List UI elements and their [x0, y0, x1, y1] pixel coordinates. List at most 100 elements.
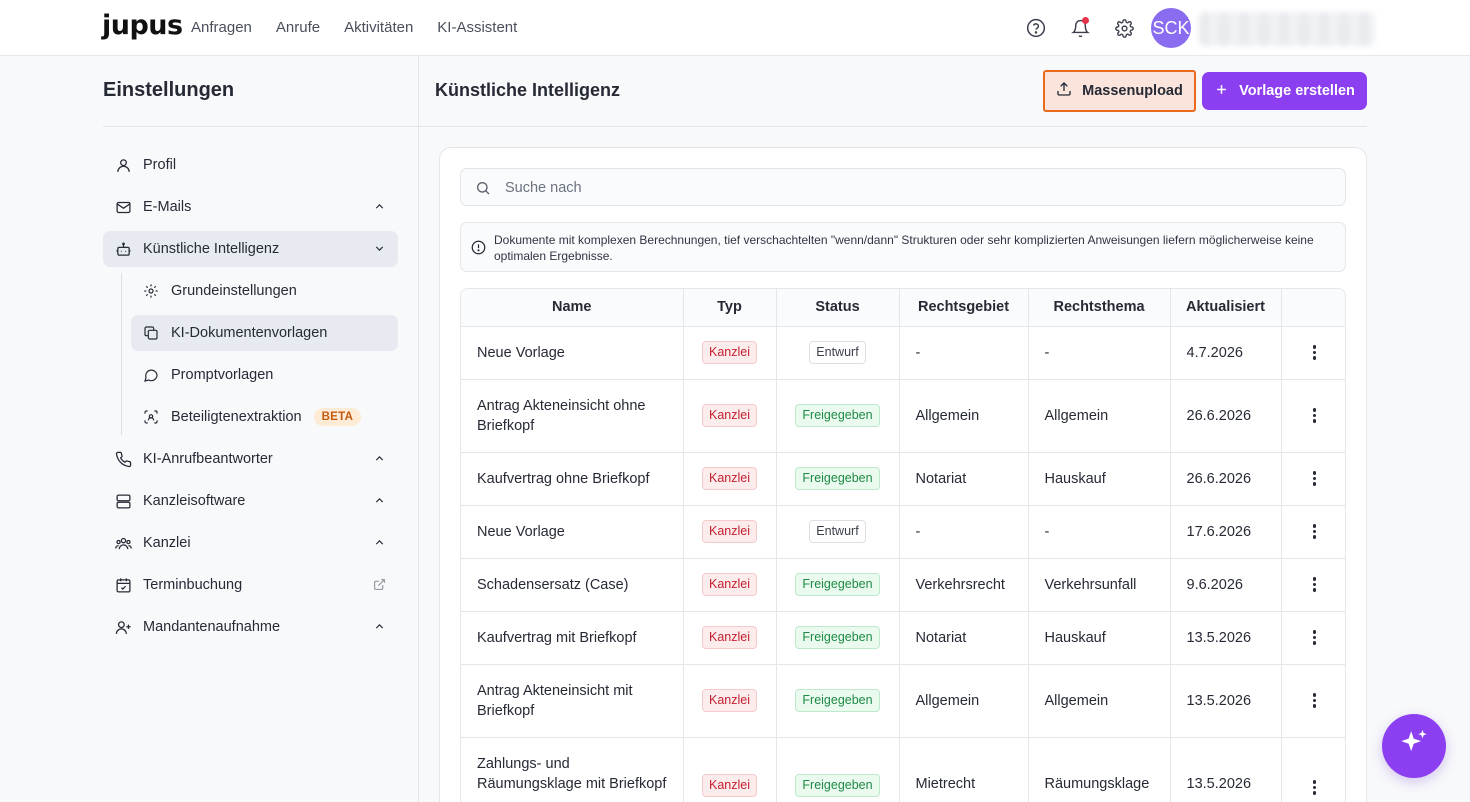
column-header-typ[interactable]: Typ: [683, 289, 777, 327]
cell-rechtsgebiet: -: [899, 505, 1029, 559]
sidebar-item-label: Künstliche Intelligenz: [143, 241, 280, 257]
chevron-up-icon[interactable]: [373, 494, 386, 511]
sidebar-item-label: Kanzleisoftware: [143, 493, 246, 509]
sidebar-item-emails[interactable]: E-Mails: [103, 189, 398, 225]
cell-name[interactable]: Schadensersatz (Case): [461, 558, 684, 612]
sidebar-subitem-grundeinstellungen[interactable]: Grundeinstellungen: [131, 273, 398, 309]
search-input[interactable]: [505, 177, 1325, 199]
cell-rechtsthema: Verkehrsunfall: [1028, 558, 1171, 612]
sidebar-item-kanzleisoftware[interactable]: Kanzleisoftware: [103, 483, 398, 519]
column-header-aktualisiert[interactable]: Aktualisiert: [1170, 289, 1282, 327]
table-row[interactable]: Antrag Akteneinsicht ohne Briefkopf Kanz…: [461, 379, 1345, 453]
cell-name[interactable]: Neue Vorlage: [461, 505, 684, 559]
column-header-rechtsgebiet[interactable]: Rechtsgebiet: [899, 289, 1029, 327]
table-row[interactable]: Antrag Akteneinsicht mit Briefkopf Kanzl…: [461, 664, 1345, 738]
cell-typ: Kanzlei: [683, 737, 777, 802]
settings-title: Einstellungen: [103, 79, 235, 101]
status-badge: Freigegeben: [795, 573, 880, 596]
nav-aktivitaeten[interactable]: Aktivitäten: [344, 19, 413, 36]
sidebar-subitem-ki-dokumentenvorlagen[interactable]: KI-Dokumentenvorlagen: [131, 315, 398, 351]
cell-aktualisiert: 26.6.2026: [1170, 452, 1282, 506]
chevron-up-icon[interactable]: [373, 200, 386, 217]
column-header-status[interactable]: Status: [776, 289, 900, 327]
cell-actions: [1281, 611, 1345, 665]
column-header-name[interactable]: Name: [461, 289, 684, 327]
main-nav: Anfragen Anrufe Aktivitäten KI-Assistent: [191, 19, 517, 36]
table-row[interactable]: Neue Vorlage Kanzlei Entwurf - - 17.6.20…: [461, 505, 1345, 559]
table-row[interactable]: Schadensersatz (Case) Kanzlei Freigegebe…: [461, 558, 1345, 612]
more-options-icon[interactable]: [1312, 345, 1316, 360]
gear-icon[interactable]: [1113, 17, 1135, 39]
column-header-rechtsthema[interactable]: Rechtsthema: [1028, 289, 1171, 327]
cell-status: Entwurf: [776, 326, 900, 380]
cell-name[interactable]: Antrag Akteneinsicht ohne Briefkopf: [461, 379, 684, 453]
table-header-row: Name Typ Status Rechtsgebiet Rechtsthema…: [461, 289, 1345, 327]
external-link-icon[interactable]: [373, 578, 386, 595]
more-options-icon[interactable]: [1312, 780, 1316, 795]
table-row[interactable]: Kaufvertrag ohne Briefkopf Kanzlei Freig…: [461, 452, 1345, 506]
more-options-icon[interactable]: [1312, 408, 1316, 423]
sidebar-item-label: KI-Anrufbeantworter: [143, 451, 273, 467]
nav-ki-assistent[interactable]: KI-Assistent: [437, 19, 517, 36]
table-row[interactable]: Neue Vorlage Kanzlei Entwurf - - 4.7.202…: [461, 326, 1345, 380]
ai-assistant-button[interactable]: [1382, 714, 1446, 778]
nav-anrufe[interactable]: Anrufe: [276, 19, 320, 36]
cell-name[interactable]: Kaufvertrag ohne Briefkopf: [461, 452, 684, 506]
calendar-check-icon: [103, 577, 143, 594]
cell-status: Freigegeben: [776, 664, 900, 738]
cell-rechtsthema: Räumungsklage: [1028, 737, 1171, 802]
sidebar-item-label: Mandantenaufnahme: [143, 619, 281, 635]
bell-icon[interactable]: [1069, 17, 1091, 39]
cell-rechtsthema: -: [1028, 505, 1171, 559]
chevron-up-icon[interactable]: [373, 536, 386, 553]
table-row[interactable]: Zahlungs- und Räumungsklage mit Briefkop…: [461, 737, 1345, 802]
sidebar-subitem-label: Promptvorlagen: [171, 367, 274, 383]
cell-status: Freigegeben: [776, 379, 900, 453]
more-options-icon[interactable]: [1312, 471, 1316, 486]
more-options-icon[interactable]: [1312, 630, 1316, 645]
cell-actions: [1281, 737, 1345, 802]
typ-badge: Kanzlei: [702, 573, 757, 596]
sidebar-subitem-label: Grundeinstellungen: [171, 283, 297, 299]
sidebar-item-profil[interactable]: Profil: [103, 147, 398, 183]
jupus-logo[interactable]: jupus: [102, 10, 183, 41]
more-options-icon[interactable]: [1312, 693, 1316, 708]
sidebar-item-kuenstliche-intelligenz[interactable]: Künstliche Intelligenz: [103, 231, 398, 267]
cell-name[interactable]: Antrag Akteneinsicht mit Briefkopf: [461, 664, 684, 738]
sidebar-subitem-label: KI-Dokumentenvorlagen: [171, 325, 328, 341]
more-options-icon[interactable]: [1312, 577, 1316, 592]
sidebar-subitem-beteiligtenextraktion[interactable]: Beteiligtenextraktion BETA: [131, 399, 398, 435]
nav-anfragen[interactable]: Anfragen: [191, 19, 252, 36]
help-icon[interactable]: [1025, 17, 1047, 39]
sidebar-item-label: Kanzlei: [143, 535, 191, 551]
sidebar-subitem-promptvorlagen[interactable]: Promptvorlagen: [131, 357, 398, 393]
create-template-button[interactable]: Vorlage erstellen: [1202, 72, 1367, 110]
sidebar-item-ki-anrufbeantworter[interactable]: KI-Anrufbeantworter: [103, 441, 398, 477]
cell-name[interactable]: Zahlungs- und Räumungsklage mit Briefkop…: [461, 737, 684, 802]
top-navigation-bar: jupus Anfragen Anrufe Aktivitäten KI-Ass…: [0, 0, 1470, 56]
sidebar-item-terminbuchung[interactable]: Terminbuchung: [103, 567, 398, 603]
cell-typ: Kanzlei: [683, 505, 777, 559]
cell-name[interactable]: Kaufvertrag mit Briefkopf: [461, 611, 684, 665]
user-avatar[interactable]: SCK: [1151, 8, 1191, 48]
chevron-down-icon[interactable]: [373, 242, 386, 259]
cell-rechtsthema: Allgemein: [1028, 664, 1171, 738]
cell-name[interactable]: Neue Vorlage: [461, 326, 684, 380]
cell-typ: Kanzlei: [683, 558, 777, 612]
cell-aktualisiert: 13.5.2026: [1170, 611, 1282, 665]
mass-upload-button[interactable]: Massenupload: [1043, 70, 1196, 112]
sidebar-item-kanzlei[interactable]: Kanzlei: [103, 525, 398, 561]
sidebar-item-mandantenaufnahme[interactable]: Mandantenaufnahme: [103, 609, 398, 645]
more-options-icon[interactable]: [1312, 524, 1316, 539]
search-icon: [475, 180, 491, 201]
chevron-up-icon[interactable]: [373, 620, 386, 637]
submenu-line: [121, 273, 122, 435]
cell-actions: [1281, 558, 1345, 612]
status-badge: Freigegeben: [795, 467, 880, 490]
table-row[interactable]: Kaufvertrag mit Briefkopf Kanzlei Freige…: [461, 611, 1345, 665]
sparkle-icon: [1397, 727, 1431, 766]
cell-rechtsthema: Hauskauf: [1028, 611, 1171, 665]
cell-typ: Kanzlei: [683, 611, 777, 665]
chevron-up-icon[interactable]: [373, 452, 386, 469]
copy-icon: [131, 325, 171, 341]
